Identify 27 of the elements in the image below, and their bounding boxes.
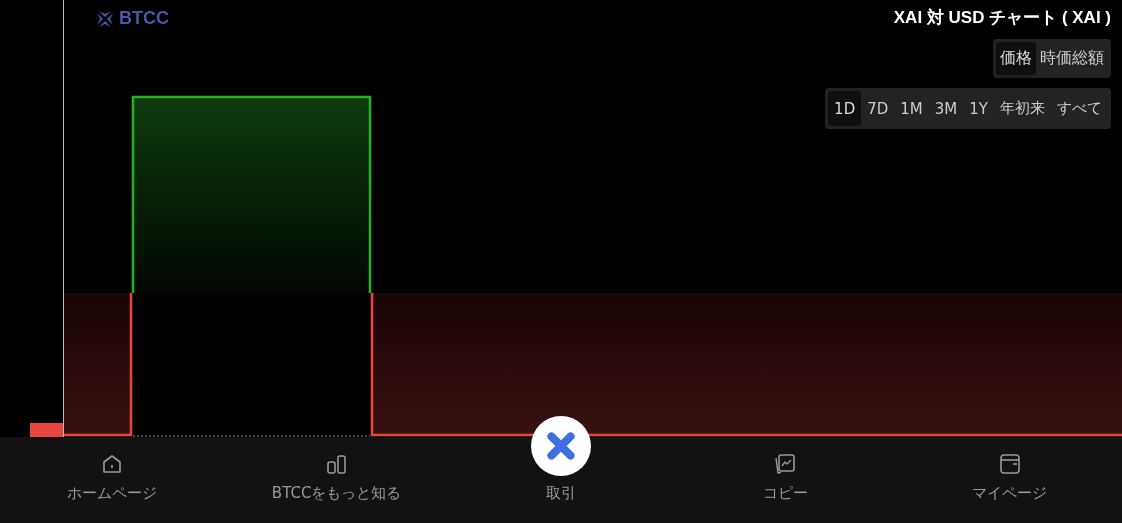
range-tab[interactable]: 年初来 (994, 91, 1051, 126)
range-tab[interactable]: 3M (928, 91, 964, 126)
range-tab[interactable]: 1D (828, 91, 862, 126)
logo-icon (95, 8, 115, 29)
nav-item[interactable]: BTCCをもっと知る (224, 415, 449, 523)
nav-label: 取引 (546, 484, 576, 503)
nav-item[interactable]: ホームページ (0, 415, 225, 523)
wallet-icon (997, 452, 1022, 476)
logo-text: BTCC (119, 8, 169, 29)
axis-value-tag (30, 423, 63, 437)
metric-tab[interactable]: 時価総額 (1036, 42, 1108, 75)
nav-label: マイページ (972, 484, 1048, 503)
metric-tab[interactable]: 価格 (996, 42, 1036, 75)
nav-label: BTCCをもっと知る (271, 484, 402, 503)
range-tab[interactable]: すべて (1051, 91, 1108, 126)
chart-title: XAI 対 USD チャート ( XAI ) (893, 7, 1111, 29)
trade-icon (531, 416, 591, 476)
nav-item[interactable]: コピー (673, 415, 898, 523)
bars-icon (324, 452, 349, 476)
nav-item[interactable]: マイページ (897, 415, 1122, 523)
range-tab[interactable]: 1Y (963, 91, 994, 126)
range-tab[interactable]: 1M (894, 91, 929, 126)
nav-label: ホームページ (67, 484, 158, 503)
nav-label: コピー (762, 484, 808, 503)
nav-item[interactable]: 取引 (448, 415, 674, 523)
range-tab[interactable]: 7D (861, 91, 895, 126)
chart-card-icon (773, 452, 798, 476)
